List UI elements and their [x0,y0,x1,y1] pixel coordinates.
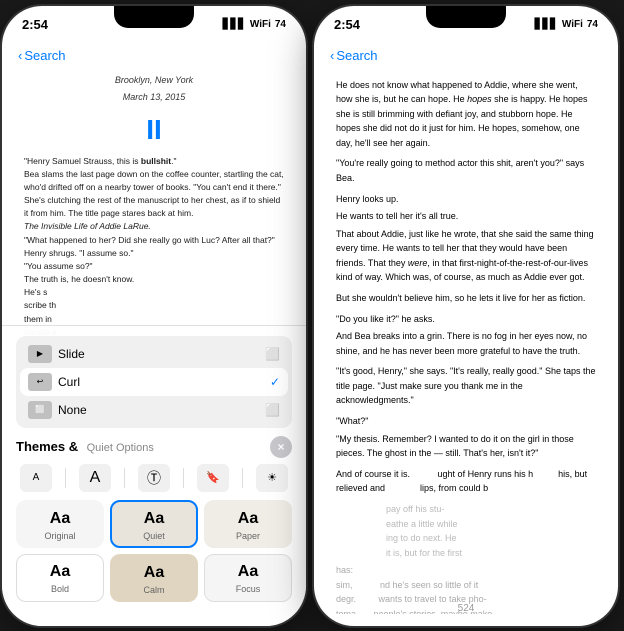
left-phone: 2:54 ▋▋▋ WiFi 74 ‹ Search Brooklyn, New … [2,6,306,626]
back-label-right: Search [336,48,377,63]
wifi-icon: WiFi [250,19,271,30]
font-separator-1 [65,468,66,488]
theme-focus-preview: Aa [238,563,258,581]
page-number: 524 [458,603,475,614]
book-text-left: "Henry Samuel Strauss, this is bullshit.… [24,155,284,339]
font-large-button[interactable]: A [79,464,111,492]
chevron-left-icon: ‹ [18,48,22,63]
theme-quiet[interactable]: Aa Quiet [110,500,198,548]
theme-quiet-preview: Aa [144,510,164,528]
book-content-left: Brooklyn, New York March 13, 2015 II "He… [2,74,306,354]
font-controls: A A Ⓣ 🔖 ☀ [16,464,292,492]
none-label: None [58,403,87,417]
theme-original[interactable]: Aa Original [16,500,104,548]
theme-quiet-name: Quiet [143,531,165,541]
book-content-right: He does not know what happened to Addie,… [314,74,618,614]
status-icons-left: ▋▋▋ WiFi 74 [223,19,286,30]
nav-bar-left: ‹ Search [2,38,306,74]
book-date: March 13, 2015 [24,91,284,105]
theme-original-name: Original [44,531,75,541]
status-icons-right: ▋▋▋ WiFi 74 [535,19,598,30]
none-check: ⬜ [265,403,280,417]
book-chapter: II [24,109,284,151]
font-separator-4 [242,468,243,488]
status-bar-right: 2:54 ▋▋▋ WiFi 74 [314,6,618,38]
slide-check: ⬜ [265,347,280,361]
time-left: 2:54 [22,17,48,32]
theme-grid: Aa Original Aa Quiet Aa Paper Aa Bold Aa [16,500,292,602]
close-button[interactable]: × [270,436,292,458]
transition-options: ▶ Slide ⬜ ↩ Curl ✓ ⬜ None [16,336,292,428]
theme-paper-preview: Aa [238,510,258,528]
wifi-icon-right: WiFi [562,19,583,30]
font-flag-icon: 🔖 [206,471,220,484]
transition-curl[interactable]: ↩ Curl ✓ [20,368,288,396]
brightness-button[interactable]: ☀ [256,464,288,492]
battery-left: 74 [275,19,286,30]
theme-calm-name: Calm [143,585,164,595]
font-separator-3 [183,468,184,488]
chevron-left-icon-right: ‹ [330,48,334,63]
themes-title: Themes & [16,439,78,454]
signal-icon-right: ▋▋▋ [535,19,558,30]
back-label-left: Search [24,48,65,63]
theme-focus[interactable]: Aa Focus [204,554,292,602]
theme-bold-preview: Aa [50,563,70,581]
right-phone: 2:54 ▋▋▋ WiFi 74 ‹ Search He does not kn… [314,6,618,626]
back-button-left[interactable]: ‹ Search [18,48,66,63]
font-small-a: A [33,472,40,483]
status-bar-left: 2:54 ▋▋▋ WiFi 74 [2,6,306,38]
bottom-panel: ▶ Slide ⬜ ↩ Curl ✓ ⬜ None [2,325,306,626]
theme-bold-name: Bold [51,584,69,594]
back-button-right[interactable]: ‹ Search [330,48,378,63]
transition-none[interactable]: ⬜ None ⬜ [20,396,288,424]
theme-calm[interactable]: Aa Calm [110,554,198,602]
book-location: Brooklyn, New York [24,74,284,88]
themes-subtitle: Quiet Options [87,442,154,454]
curl-icon: ↩ [28,373,52,391]
curl-label: Curl [58,375,80,389]
theme-calm-preview: Aa [144,564,164,582]
phones-container: 2:54 ▋▋▋ WiFi 74 ‹ Search Brooklyn, New … [2,6,622,626]
nav-bar-right: ‹ Search [314,38,618,74]
slide-label: Slide [58,347,85,361]
font-type-icon: Ⓣ [147,468,161,488]
theme-bold[interactable]: Aa Bold [16,554,104,602]
font-flag-button[interactable]: 🔖 [197,464,229,492]
slide-icon: ▶ [28,345,52,363]
font-large-a: A [90,469,101,487]
signal-icon: ▋▋▋ [223,19,246,30]
battery-right: 74 [587,19,598,30]
font-type-button[interactable]: Ⓣ [138,464,170,492]
brightness-icon: ☀ [267,471,277,484]
theme-focus-name: Focus [236,584,261,594]
transition-slide[interactable]: ▶ Slide ⬜ [20,340,288,368]
time-right: 2:54 [334,17,360,32]
theme-paper[interactable]: Aa Paper [204,500,292,548]
theme-paper-name: Paper [236,531,260,541]
font-small-button[interactable]: A [20,464,52,492]
none-icon: ⬜ [28,401,52,419]
curl-check: ✓ [270,375,280,389]
theme-original-preview: Aa [50,510,70,528]
font-separator-2 [124,468,125,488]
themes-header: Themes & Quiet Options × [16,436,292,458]
